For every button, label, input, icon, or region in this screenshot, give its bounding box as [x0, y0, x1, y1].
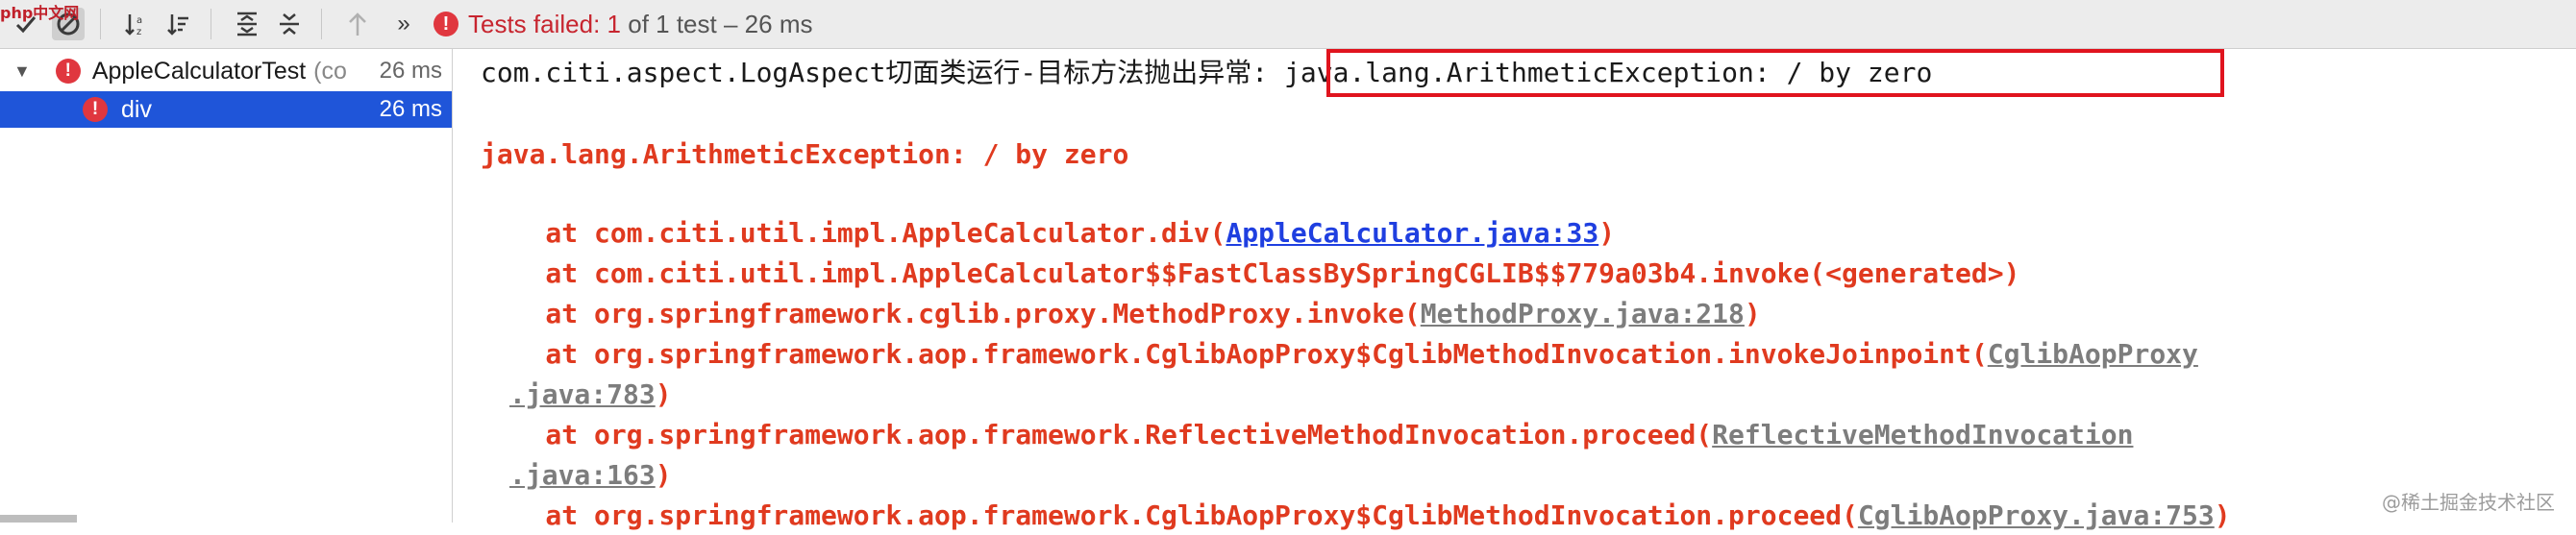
highlight-box: [1326, 49, 2224, 97]
collapse-all-button[interactable]: [273, 8, 306, 40]
double-chevron-icon: »: [397, 11, 410, 36]
sort-alpha-icon: az: [125, 14, 142, 37]
source-link[interactable]: ReflectiveMethodInvocation: [1712, 419, 2133, 450]
collapse-all-icon: [280, 13, 299, 35]
horizontal-scrollbar[interactable]: [0, 515, 77, 523]
total-count: of 1 test: [628, 9, 717, 38]
source-link[interactable]: AppleCalculator.java:33: [1226, 217, 1598, 249]
error-icon: !: [433, 12, 458, 36]
toolbar-separator: [100, 9, 101, 39]
svg-text:a: a: [136, 15, 142, 26]
source-link[interactable]: CglibAopProxy.java:753: [1858, 499, 2215, 531]
status-label: Tests failed:: [468, 9, 601, 38]
source-link[interactable]: CglibAopProxy: [1988, 338, 2198, 370]
stack-frame: at org.springframework.aop.framework.Cgl…: [481, 499, 2231, 531]
watermark: @稀土掘金技术社区: [2382, 491, 2555, 514]
test-method-label: div: [121, 95, 152, 123]
stack-frame-continuation: .java:783): [509, 378, 672, 410]
test-class-hint: (co: [313, 57, 347, 85]
previous-failed-button[interactable]: [341, 8, 374, 40]
stack-frame: at com.citi.util.impl.AppleCalculator$$F…: [481, 257, 2020, 289]
tree-node-div[interactable]: ! div 26 ms: [0, 91, 452, 128]
console-output: com.citi.aspect.LogAspect切面类运行-目标方法抛出异常:…: [454, 49, 2576, 531]
toolbar-separator: [321, 9, 322, 39]
source-link[interactable]: .java:163: [509, 459, 656, 491]
sort-by-duration-button[interactable]: [162, 8, 195, 40]
test-class-label: AppleCalculatorTest: [91, 57, 307, 85]
failed-count: 1: [607, 9, 621, 38]
status-separator: –: [723, 9, 738, 38]
test-class-time: 26 ms: [379, 58, 442, 84]
stack-frame-continuation: .java:163): [509, 459, 672, 491]
tree-node-test-class[interactable]: ▼ ! AppleCalculatorTest (co 26 ms: [0, 53, 452, 89]
test-tree: ▼ ! AppleCalculatorTest (co 26 ms ! div …: [0, 49, 453, 523]
svg-text:z: z: [136, 27, 141, 37]
test-toolbar: az » ! Tests failed: 1 of 1 test – 26 ms: [0, 0, 2576, 49]
exception-line: java.lang.ArithmeticException: / by zero: [481, 138, 1129, 170]
sort-duration-icon: [167, 14, 188, 36]
source-link[interactable]: MethodProxy.java:218: [1421, 298, 1745, 329]
test-status: ! Tests failed: 1 of 1 test – 26 ms: [433, 10, 812, 39]
arrow-up-icon: [349, 12, 366, 36]
stack-frame: at org.springframework.aop.framework.Cgl…: [481, 338, 2198, 370]
stack-frame: at org.springframework.cglib.proxy.Metho…: [481, 298, 1761, 329]
expand-all-button[interactable]: [231, 8, 263, 40]
php-logo: php中文网: [0, 4, 80, 22]
more-actions-button[interactable]: »: [387, 8, 420, 40]
expand-arrow-icon[interactable]: ▼: [13, 61, 31, 82]
test-method-time: 26 ms: [379, 96, 442, 122]
log-prefix: com.citi.aspect.LogAspect切面类运行-目标方法抛出: [481, 57, 1199, 88]
stack-frame: at org.springframework.aop.framework.Ref…: [481, 419, 2134, 450]
expand-all-icon: [237, 12, 257, 36]
error-icon: !: [55, 59, 81, 84]
status-duration: 26 ms: [744, 9, 813, 38]
stack-frame: at com.citi.util.impl.AppleCalculator.di…: [481, 217, 1616, 249]
sort-alphabetically-button[interactable]: az: [120, 8, 153, 40]
error-icon: !: [83, 97, 108, 122]
source-link[interactable]: .java:783: [509, 378, 656, 410]
